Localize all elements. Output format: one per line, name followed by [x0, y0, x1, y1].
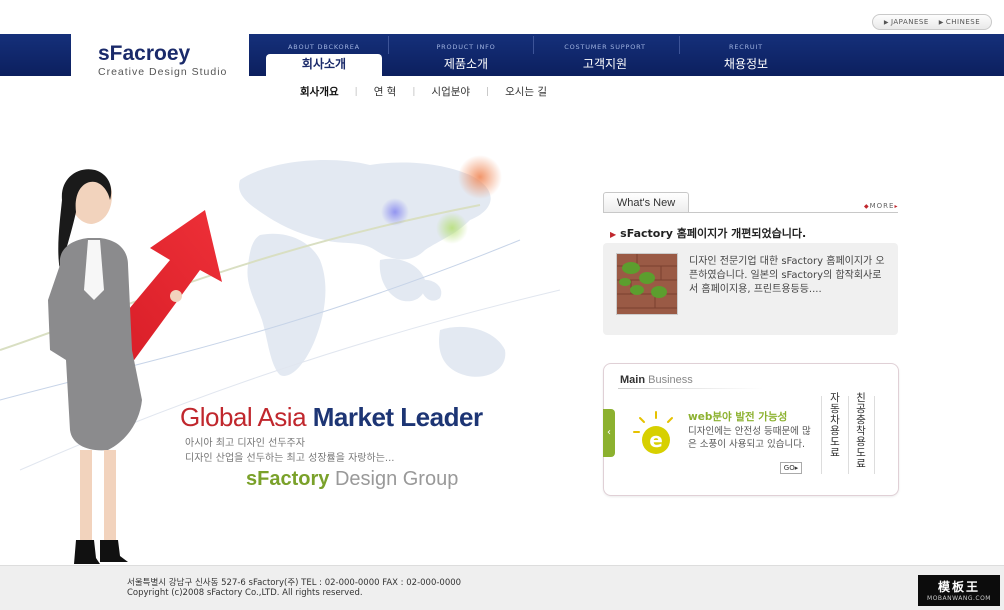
subnav-divider: | — [486, 86, 490, 97]
nav-item-label: 제품소개 — [443, 57, 489, 71]
nav-item-en-label: COSTUMER SUPPORT — [564, 43, 646, 51]
chevron-left-icon: ‹ — [607, 427, 611, 438]
watermark-logo: 模板王 MOBANWANG.COM — [918, 575, 1000, 606]
subnav-directions[interactable]: 오시는 길 — [505, 84, 547, 99]
nav-item-en-label: PRODUCT INFO — [436, 43, 496, 51]
nav-item-en-label: RECRUIT — [729, 43, 763, 51]
go-button[interactable]: GO▸ — [780, 462, 802, 474]
nav-item-label: 고객지원 — [582, 57, 628, 71]
lang-japanese-link[interactable]: ▶ JAPANESE — [884, 18, 929, 26]
vertical-divider — [874, 396, 875, 474]
vertical-divider — [848, 396, 849, 474]
triangle-right-icon: ▶ — [610, 230, 617, 239]
hero-subtext: 아시아 최고 디자인 선두주자 디자인 산업을 선두하는 최고 성장률을 자랑하… — [185, 436, 394, 466]
nav-item-recruit[interactable]: RECRUIT 채용정보 — [690, 34, 802, 76]
hero-subtext-line1: 아시아 최고 디자인 선두주자 — [185, 438, 305, 449]
news-body: 디자인 전문기업 대한 sFactory 홈페이지가 오픈하였습니다. 일본의 … — [689, 256, 885, 295]
business-description: 디자인에는 안전성 등때문에 많은 소풍이 사용되고 있습니다. — [688, 426, 811, 450]
footer-copyright: Copyright (c)2008 sFactory Co.,LTD. All … — [127, 588, 363, 598]
carousel-prev-button[interactable]: ‹ — [603, 409, 615, 457]
subnav-divider: | — [412, 86, 416, 97]
business-link-eco-paint[interactable]: 친공충착용도료 — [854, 393, 868, 470]
hero-headline: Global Asia Market Leader — [180, 402, 483, 433]
more-link[interactable]: ◆MORE▸ — [864, 202, 898, 210]
businesswoman-figure — [48, 169, 182, 564]
headline-red-part: Global Asia — [180, 402, 307, 432]
main-business-underline — [618, 388, 763, 389]
language-switcher: ▶ JAPANESE ▶ CHINESE — [872, 14, 992, 30]
subnav-business[interactable]: 시업분야 — [431, 84, 470, 99]
vertical-divider — [821, 396, 822, 474]
watermark-sub: MOBANWANG.COM — [927, 595, 991, 602]
footer-address: 서울특별시 강남구 신사동 527-6 sFactory(주) TEL : 02… — [127, 578, 462, 588]
svg-text:e: e — [649, 428, 663, 452]
main-business-title: Main Business — [620, 374, 693, 386]
brand-bold: sFactory — [246, 468, 330, 490]
logo-title[interactable]: sFacroey — [98, 42, 190, 66]
brand-light: Design Group — [334, 468, 459, 490]
logo-subtitle: Creative Design Studio — [98, 66, 228, 78]
watermark-title: 模板王 — [937, 580, 980, 594]
subnav-divider: | — [354, 86, 358, 97]
business-link-auto-paint[interactable]: 자동차용도료 — [828, 393, 842, 459]
news-headline[interactable]: ▶ sFactory 홈페이지가 개편되었습니다. — [610, 225, 806, 241]
hero-subtext-line2: 디자인 산업을 선두하는 최고 성장률을 자랑하는... — [185, 453, 395, 464]
whats-new-divider — [603, 212, 898, 213]
triangle-right-icon: ▶ — [883, 19, 889, 26]
plant-on-brick-image — [617, 254, 677, 314]
hero-brand: sFactory Design Group — [246, 468, 458, 491]
business-heading: web분야 발전 가능성 — [688, 411, 788, 423]
nav-item-support[interactable]: COSTUMER SUPPORT 고객지원 — [545, 34, 665, 76]
lang-chinese-link[interactable]: ▶ CHINESE — [939, 18, 980, 26]
internet-e-icon: e — [633, 411, 673, 454]
sub-navigation: 회사개요 | 연 혁 | 시업분야 | 오시는 길 — [300, 84, 547, 99]
subnav-overview[interactable]: 회사개요 — [300, 84, 339, 99]
chevron-right-icon: ▸ — [894, 203, 899, 210]
whats-new-tab[interactable]: What's New — [603, 192, 689, 213]
news-thumbnail[interactable] — [616, 253, 678, 315]
nav-item-en-label: ABOUT DBCKOREA — [288, 43, 360, 51]
nav-item-about[interactable]: ABOUT DBCKOREA 회사소개 — [266, 34, 382, 76]
triangle-right-icon: ▶ — [938, 19, 944, 26]
nav-item-product[interactable]: PRODUCT INFO 제품소개 — [406, 34, 526, 76]
nav-divider — [388, 36, 389, 54]
headline-blue-part: Market Leader — [312, 402, 483, 432]
nav-item-label: 채용정보 — [723, 57, 769, 71]
nav-item-label: 회사소개 — [301, 57, 347, 71]
hero-illustration — [0, 155, 561, 564]
nav-divider — [533, 36, 534, 54]
nav-divider — [679, 36, 680, 54]
subnav-history[interactable]: 연 혁 — [374, 84, 397, 99]
